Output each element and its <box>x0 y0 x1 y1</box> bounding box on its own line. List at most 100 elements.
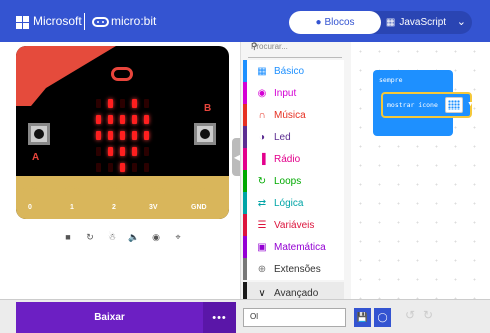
toolbox-category-label: Matemática <box>274 241 326 253</box>
project-name-input[interactable]: Ol <box>243 308 346 327</box>
calculator-icon: ▣ <box>257 241 267 253</box>
circle-icon: ◉ <box>257 87 267 99</box>
led-r0-c4 <box>144 99 149 108</box>
toolbox-category-label: Variáveis <box>274 219 315 231</box>
led-r0-c0 <box>96 99 101 108</box>
led-r4-c4 <box>144 163 149 172</box>
bottom-bar: Baixar ••• Ol 💾 ◯ ↺↻ <box>0 299 490 333</box>
heart-icon <box>448 100 460 110</box>
toolbox-search[interactable]: Procurar... ⚲ <box>248 41 342 58</box>
restart-icon[interactable]: ↻ <box>84 232 96 246</box>
pin-2[interactable] <box>105 186 123 206</box>
pin-label: 0 <box>28 204 32 211</box>
search-icon[interactable]: ⚲ <box>251 41 338 52</box>
debug-icon[interactable]: ☃ <box>106 232 118 246</box>
toolbox-category-input[interactable]: ◉ Input <box>243 82 344 104</box>
puzzle-icon: ● <box>315 17 322 28</box>
pin-GND[interactable] <box>189 186 207 206</box>
fullscreen-icon[interactable]: ⌖ <box>172 232 184 246</box>
dropdown-caret-icon[interactable]: ▼ <box>467 101 474 108</box>
microbit-board: B A 0 1 2 3V GND <box>16 46 229 219</box>
microbit-brand[interactable]: micro:bit <box>111 14 156 28</box>
microsoft-brand[interactable]: Microsoft <box>33 14 82 28</box>
tab-blocks-label: Blocos <box>324 17 355 28</box>
category-color-bar <box>243 170 247 192</box>
button-b[interactable] <box>194 123 216 145</box>
led-r0-c3 <box>132 99 137 108</box>
board-red-accent <box>16 46 116 106</box>
icon-picker[interactable] <box>445 97 463 113</box>
led-r0-c2 <box>120 99 125 108</box>
button-b-letter: B <box>204 103 212 114</box>
led-r3-c2 <box>120 147 125 156</box>
sound-icon[interactable]: 🔈 <box>128 232 140 246</box>
category-color-bar <box>243 60 247 82</box>
category-color-bar <box>243 104 247 126</box>
led-r3-c1 <box>108 147 113 156</box>
loop-icon: ↻ <box>257 175 267 187</box>
list-icon: ☰ <box>257 219 267 231</box>
toolbox-category-loops[interactable]: ↻ Loops <box>243 170 344 192</box>
simulator-controls: ■ ↻ ☃ 🔈 ◉ ⌖ <box>62 232 184 246</box>
led-r3-c4 <box>144 147 149 156</box>
tab-blocks[interactable]: ● Blocos <box>289 11 381 34</box>
simulator-panel: B A 0 1 2 3V GND ■ ↻ ☃ 🔈 ◉ ⌖ <box>0 42 240 299</box>
js-icon: ▦ <box>385 17 396 28</box>
download-button[interactable]: Baixar <box>16 302 203 333</box>
pin-label: 2 <box>112 204 116 211</box>
pin-label: GND <box>191 204 207 211</box>
led-r2-c3 <box>132 131 137 140</box>
microsoft-logo-icon <box>16 16 29 29</box>
toolbox-category-básico[interactable]: ▦ Básico <box>243 60 344 82</box>
toolbox-category-label: Input <box>274 87 297 99</box>
more-options-button[interactable]: ••• <box>203 302 236 333</box>
save-button[interactable]: 💾 <box>354 308 371 327</box>
editor-toggle: ● Blocos ▦ JavaScript ⌄ <box>289 11 472 34</box>
toolbox-category-lógica[interactable]: ⇄ Lógica <box>243 192 344 214</box>
led-r2-c1 <box>108 131 113 140</box>
toolbox-category-label: Básico <box>274 65 305 77</box>
led-r1-c2 <box>120 115 125 124</box>
toolbox-category-led[interactable]: ◑ Led <box>243 126 344 148</box>
led-matrix <box>96 99 151 175</box>
button-a[interactable] <box>28 123 50 145</box>
grid-icon: ▦ <box>257 65 267 77</box>
toolbox-category-extensões[interactable]: ⊕ Extensões <box>243 258 344 280</box>
toolbox-category-label: Loops <box>274 175 302 187</box>
toolbox-category-label: Avançado <box>274 287 319 299</box>
led-r0-c1 <box>108 99 113 108</box>
stop-icon[interactable]: ■ <box>62 232 74 246</box>
led-r1-c0 <box>96 115 101 124</box>
github-button[interactable]: ◯ <box>374 308 391 327</box>
button-a-letter: A <box>32 152 40 163</box>
toolbox-category-variáveis[interactable]: ☰ Variáveis <box>243 214 344 236</box>
touch-logo[interactable] <box>111 67 133 81</box>
toolbox-category-label: Lógica <box>274 197 304 209</box>
toolbox-category-label: Extensões <box>274 263 321 275</box>
toolbox-category-rádio[interactable]: ▐ Rádio <box>243 148 344 170</box>
led-r4-c1 <box>108 163 113 172</box>
tab-javascript-label: JavaScript <box>399 17 447 28</box>
led-r3-c0 <box>96 147 101 156</box>
pin-1[interactable] <box>63 186 81 206</box>
led-r2-c2 <box>120 131 125 140</box>
edge-connector: 0 1 2 3V GND <box>16 176 229 219</box>
category-color-bar <box>243 82 247 104</box>
forever-block[interactable]: sempre mostrar ícone ▼ <box>373 70 474 136</box>
show-icon-block[interactable]: mostrar ícone ▼ <box>381 92 474 118</box>
category-color-bar <box>243 236 247 258</box>
pin-3V[interactable] <box>147 186 165 206</box>
chevron-down-icon[interactable]: ⌄ <box>457 15 466 28</box>
toggle-icon: ◑ <box>258 131 266 143</box>
led-r2-c4 <box>144 131 149 140</box>
headphones-icon: ∩ <box>258 109 266 121</box>
toolbox-category-matemática[interactable]: ▣ Matemática <box>243 236 344 258</box>
screenshot-icon[interactable]: ◉ <box>150 232 162 246</box>
toolbox-category-música[interactable]: ∩ Música <box>243 104 344 126</box>
pin-label: 3V <box>149 204 158 211</box>
toolbox-category-label: Música <box>274 109 306 121</box>
tab-javascript[interactable]: ▦ JavaScript <box>381 11 451 34</box>
blocks-workspace[interactable]: sempre mostrar ícone ▼ <box>351 42 490 299</box>
pin-0[interactable] <box>21 186 39 206</box>
toolbox-category-label: Led <box>274 131 291 143</box>
